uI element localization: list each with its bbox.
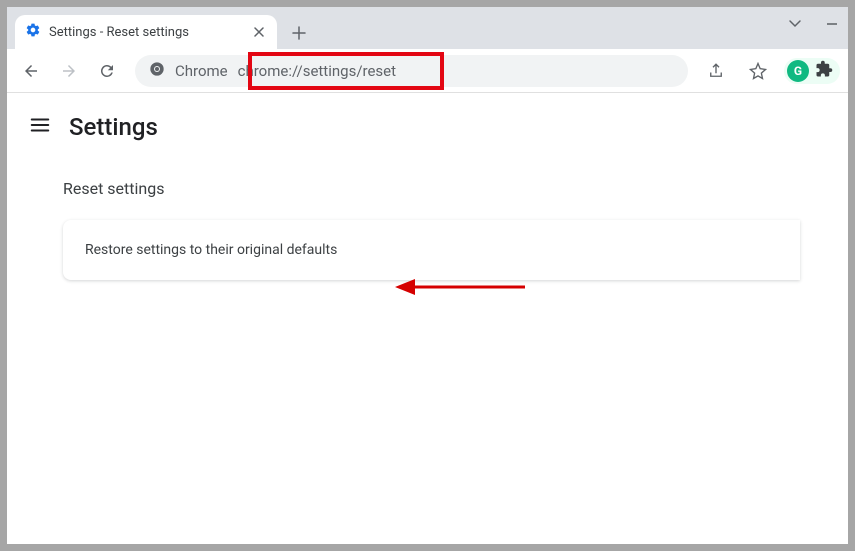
browser-tab[interactable]: Settings - Reset settings <box>15 15 277 49</box>
reset-section: Reset settings Restore settings to their… <box>7 159 848 280</box>
restore-defaults-label: Restore settings to their original defau… <box>85 242 337 258</box>
reload-button[interactable] <box>91 55 123 87</box>
browser-toolbar: Chrome chrome://settings/reset G <box>7 49 848 93</box>
close-tab-button[interactable] <box>251 24 267 40</box>
back-button[interactable] <box>15 55 47 87</box>
chevron-down-icon[interactable] <box>788 15 802 34</box>
extensions-icon[interactable] <box>815 60 837 82</box>
restore-defaults-row[interactable]: Restore settings to their original defau… <box>63 220 800 280</box>
minimize-button[interactable] <box>826 15 838 34</box>
page-header: Settings <box>7 93 848 159</box>
address-bar[interactable]: Chrome chrome://settings/reset <box>135 55 688 87</box>
new-tab-button[interactable] <box>285 19 313 47</box>
tab-title: Settings - Reset settings <box>49 25 243 40</box>
site-label: Chrome <box>175 62 228 80</box>
forward-button[interactable] <box>53 55 85 87</box>
section-title: Reset settings <box>63 179 792 198</box>
url-text: chrome://settings/reset <box>238 62 396 80</box>
share-button[interactable] <box>700 55 732 87</box>
bookmark-button[interactable] <box>742 55 774 87</box>
grammarly-icon: G <box>787 60 809 82</box>
chrome-logo-icon <box>149 61 165 81</box>
settings-page: Settings Reset settings Restore settings… <box>7 93 848 280</box>
extension-pill[interactable]: G <box>784 58 840 84</box>
window-controls <box>788 15 838 34</box>
page-title: Settings <box>69 113 158 141</box>
tab-strip: Settings - Reset settings <box>7 7 848 49</box>
menu-button[interactable] <box>29 114 51 140</box>
gear-icon <box>25 22 41 42</box>
